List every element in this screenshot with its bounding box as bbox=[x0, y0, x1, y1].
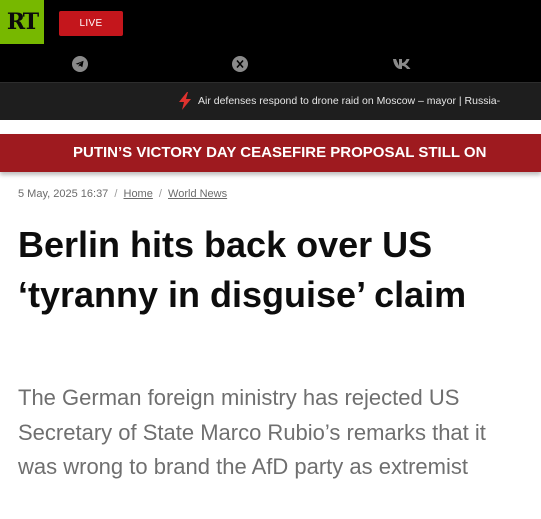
live-button[interactable]: LIVE bbox=[59, 11, 123, 36]
lightning-icon bbox=[178, 92, 192, 115]
breadcrumb-home-link[interactable]: Home bbox=[124, 188, 153, 200]
breadcrumb-section-link[interactable]: World News bbox=[168, 188, 227, 200]
top-bar: RT LIVE bbox=[0, 0, 541, 82]
rt-logo[interactable]: RT bbox=[0, 0, 44, 44]
breaking-banner[interactable]: PUTIN’S VICTORY DAY CEASEFIRE PROPOSAL S… bbox=[0, 134, 541, 172]
breadcrumb-separator: / bbox=[114, 188, 118, 200]
x-icon[interactable] bbox=[232, 56, 248, 72]
vk-icon[interactable] bbox=[392, 56, 412, 72]
article-summary: The German foreign ministry has rejected… bbox=[18, 385, 486, 479]
ticker-headline[interactable]: Air defenses respond to drone raid on Mo… bbox=[198, 95, 500, 107]
news-ticker: Air defenses respond to drone raid on Mo… bbox=[0, 82, 541, 120]
logo-text: RT bbox=[6, 9, 39, 35]
breadcrumb-separator: / bbox=[158, 188, 162, 200]
banner-headline[interactable]: PUTIN’S VICTORY DAY CEASEFIRE PROPOSAL S… bbox=[73, 144, 486, 161]
article-meta: 5 May, 2025 16:37 / Home / World News bbox=[18, 188, 227, 200]
publish-date: 5 May, 2025 16:37 bbox=[18, 188, 109, 200]
telegram-icon[interactable] bbox=[72, 56, 88, 72]
article-title: Berlin hits back over US ‘tyranny in dis… bbox=[18, 224, 467, 315]
